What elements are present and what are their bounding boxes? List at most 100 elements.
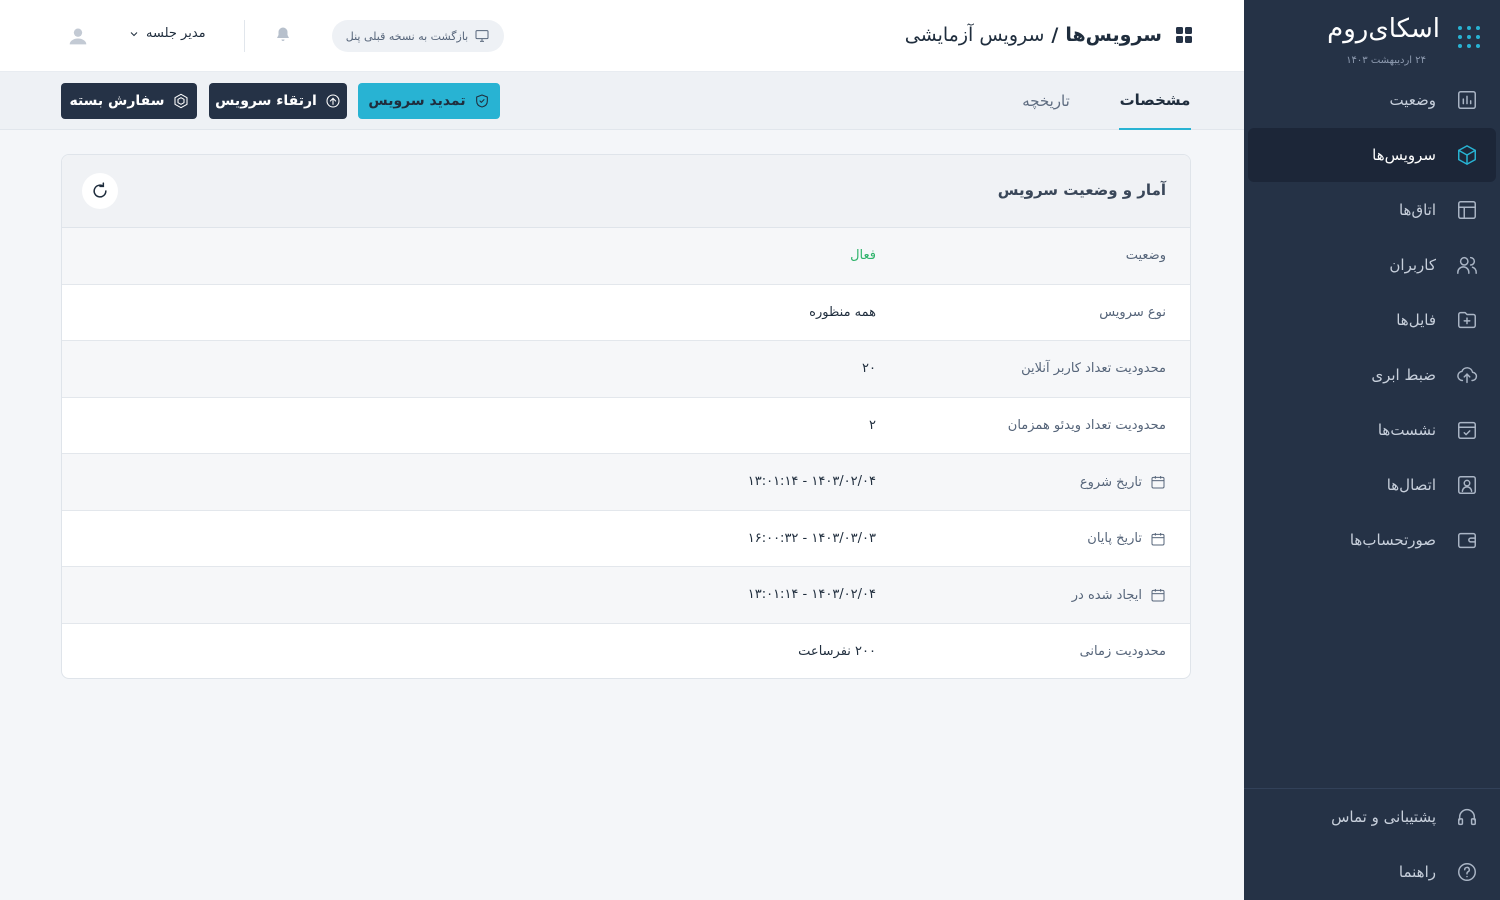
folder-plus-icon <box>1456 309 1478 331</box>
help-icon <box>1456 861 1478 883</box>
calendar-icon <box>1151 476 1165 489</box>
row-value: ۲۰ <box>862 361 876 376</box>
sidebar-item-files[interactable]: فایل‌ها <box>1248 293 1496 347</box>
row-label: محدودیت تعداد کاربر آنلاین <box>1021 361 1166 376</box>
avatar[interactable] <box>68 26 88 46</box>
row-value: ۲ <box>869 417 876 433</box>
row-label: تاریخ پایان <box>1087 531 1142 546</box>
sidebar-footer: پشتیبانی و تماس راهنما <box>1244 788 1500 900</box>
users-icon <box>1456 254 1478 276</box>
old-panel-button[interactable]: بازگشت به نسخه قبلی پنل <box>332 20 504 52</box>
sidebar-item-label: ضبط ابری <box>1371 366 1436 384</box>
refresh-icon <box>93 182 107 198</box>
breadcrumb-services[interactable]: سرویس‌ها <box>1065 24 1162 46</box>
tab-bar: مشخصات تاریخچه تمدید سرویس ارتقاء سرویس … <box>0 72 1244 130</box>
row-value: ۱۴۰۳/۰۲/۰۴ - ۱۳:۰۱:۱۴ <box>747 587 876 602</box>
apps-grid-icon[interactable] <box>1458 26 1480 48</box>
row-value: ۲۰۰ نفرساعت <box>798 643 876 659</box>
table-row: محدودیت تعداد ویدئو همزمان ۲ <box>62 398 1190 454</box>
calendar-check-icon <box>1456 419 1478 441</box>
sidebar-item-label: سرویس‌ها <box>1372 146 1436 164</box>
header-divider <box>244 20 245 52</box>
arrow-up-circle-icon <box>326 94 340 108</box>
renew-service-label: تمدید سرویس <box>368 93 466 109</box>
calendar-icon <box>1151 589 1165 602</box>
row-label-with-icon: تاریخ شروع <box>1080 474 1166 490</box>
sidebar: اسکای‌روم ۲۴ اردیبهشت ۱۴۰۳ وضعیت سرویس‌ه… <box>1244 0 1500 900</box>
chart-icon <box>1456 89 1478 111</box>
tab-specs[interactable]: مشخصات <box>1119 72 1191 130</box>
breadcrumb-separator: / <box>1051 24 1059 46</box>
row-label: محدودیت زمانی <box>1079 643 1166 659</box>
order-package-label: سفارش بسته <box>69 93 165 109</box>
table-row: محدودیت زمانی ۲۰۰ نفرساعت <box>62 624 1190 679</box>
card-title: آمار و وضعیت سرویس <box>997 181 1166 199</box>
sidebar-item-sessions[interactable]: نشست‌ها <box>1248 403 1496 457</box>
sidebar-item-label: فایل‌ها <box>1396 311 1436 329</box>
user-menu[interactable]: مدیر جلسه <box>128 26 206 41</box>
sidebar-item-services[interactable]: سرویس‌ها <box>1248 128 1496 182</box>
breadcrumb-current: سرویس آزمایشی <box>904 24 1045 46</box>
cube-icon <box>1456 144 1478 166</box>
row-label: تاریخ شروع <box>1079 474 1142 490</box>
grid-icon <box>1176 27 1192 43</box>
sidebar-item-help[interactable]: راهنما <box>1248 845 1496 899</box>
calendar-icon <box>1151 532 1165 545</box>
sidebar-item-label: صورتحساب‌ها <box>1349 531 1436 549</box>
today-date: ۲۴ اردیبهشت ۱۴۰۳ <box>1346 55 1426 66</box>
table-row: تاریخ پایان ۱۴۰۳/۰۳/۰۳ - ۱۶:۰۰:۳۲ <box>62 511 1190 567</box>
layout-icon <box>1456 199 1478 221</box>
table-row: محدودیت تعداد کاربر آنلاین ۲۰ <box>62 341 1190 398</box>
sidebar-item-invoices[interactable]: صورتحساب‌ها <box>1248 513 1496 567</box>
page-title: سرویس‌ها / سرویس آزمایشی <box>905 24 1192 46</box>
sidebar-item-cloud-recording[interactable]: ضبط ابری <box>1248 348 1496 402</box>
sidebar-item-label: پشتیبانی و تماس <box>1331 808 1436 826</box>
notification-bell-icon[interactable] <box>274 26 294 46</box>
top-bar: سرویس‌ها / سرویس آزمایشی بازگشت به نسخه … <box>0 0 1244 72</box>
row-value: همه منظوره <box>809 304 876 320</box>
monitor-icon <box>475 30 489 42</box>
sidebar-item-label: اتصال‌ها <box>1386 476 1436 494</box>
sidebar-item-rooms[interactable]: اتاق‌ها <box>1248 183 1496 237</box>
tab-history[interactable]: تاریخچه <box>1010 72 1082 130</box>
headset-icon <box>1456 806 1478 828</box>
sidebar-item-status[interactable]: وضعیت <box>1248 73 1496 127</box>
row-label: محدودیت تعداد ویدئو همزمان <box>1007 417 1166 433</box>
row-label: نوع سرویس <box>1099 304 1166 320</box>
renew-service-button[interactable]: تمدید سرویس <box>358 83 500 119</box>
sidebar-item-label: نشست‌ها <box>1377 421 1436 439</box>
cloud-upload-icon <box>1456 364 1478 386</box>
chevron-down-icon <box>130 31 138 36</box>
sidebar-item-label: کاربران <box>1389 256 1436 274</box>
order-package-button[interactable]: سفارش بسته <box>61 83 197 119</box>
card-header: آمار و وضعیت سرویس <box>62 155 1190 228</box>
table-row: نوع سرویس همه منظوره <box>62 285 1190 341</box>
table-row: ایجاد شده در ۱۴۰۳/۰۲/۰۴ - ۱۳:۰۱:۱۴ <box>62 567 1190 624</box>
wallet-icon <box>1456 529 1478 551</box>
row-label-with-icon: تاریخ پایان <box>1087 531 1166 547</box>
brand[interactable]: اسکای‌روم ۲۴ اردیبهشت ۱۴۰۳ <box>1244 0 1500 72</box>
sidebar-item-label: راهنما <box>1398 863 1436 881</box>
sidebar-item-connections[interactable]: اتصال‌ها <box>1248 458 1496 512</box>
old-panel-label: بازگشت به نسخه قبلی پنل <box>345 29 469 43</box>
sidebar-item-label: اتاق‌ها <box>1398 201 1436 219</box>
sidebar-item-label: وضعیت <box>1389 91 1436 109</box>
user-name: مدیر جلسه <box>146 26 206 41</box>
table-row: تاریخ شروع ۱۴۰۳/۰۲/۰۴ - ۱۳:۰۱:۱۴ <box>62 454 1190 511</box>
upgrade-service-label: ارتقاء سرویس <box>215 93 317 109</box>
status-badge: فعال <box>850 248 876 263</box>
upgrade-service-button[interactable]: ارتقاء سرویس <box>209 83 347 119</box>
row-value: ۱۴۰۳/۰۳/۰۳ - ۱۶:۰۰:۳۲ <box>747 530 876 546</box>
table-row: وضعیت فعال <box>62 228 1190 285</box>
hexagon-icon <box>173 93 188 109</box>
row-value: ۱۴۰۳/۰۲/۰۴ - ۱۳:۰۱:۱۴ <box>747 474 876 489</box>
shield-check-icon <box>475 94 488 108</box>
refresh-button[interactable] <box>82 173 118 209</box>
row-label-with-icon: ایجاد شده در <box>1072 587 1166 603</box>
service-stats-card: آمار و وضعیت سرویس وضعیت فعال نوع سرویس … <box>61 154 1191 679</box>
brand-logo: اسکای‌روم <box>1327 14 1440 44</box>
sidebar-item-support[interactable]: پشتیبانی و تماس <box>1248 790 1496 844</box>
row-label: وضعیت <box>1125 248 1166 263</box>
sidebar-item-users[interactable]: کاربران <box>1248 238 1496 292</box>
contact-icon <box>1456 474 1478 496</box>
